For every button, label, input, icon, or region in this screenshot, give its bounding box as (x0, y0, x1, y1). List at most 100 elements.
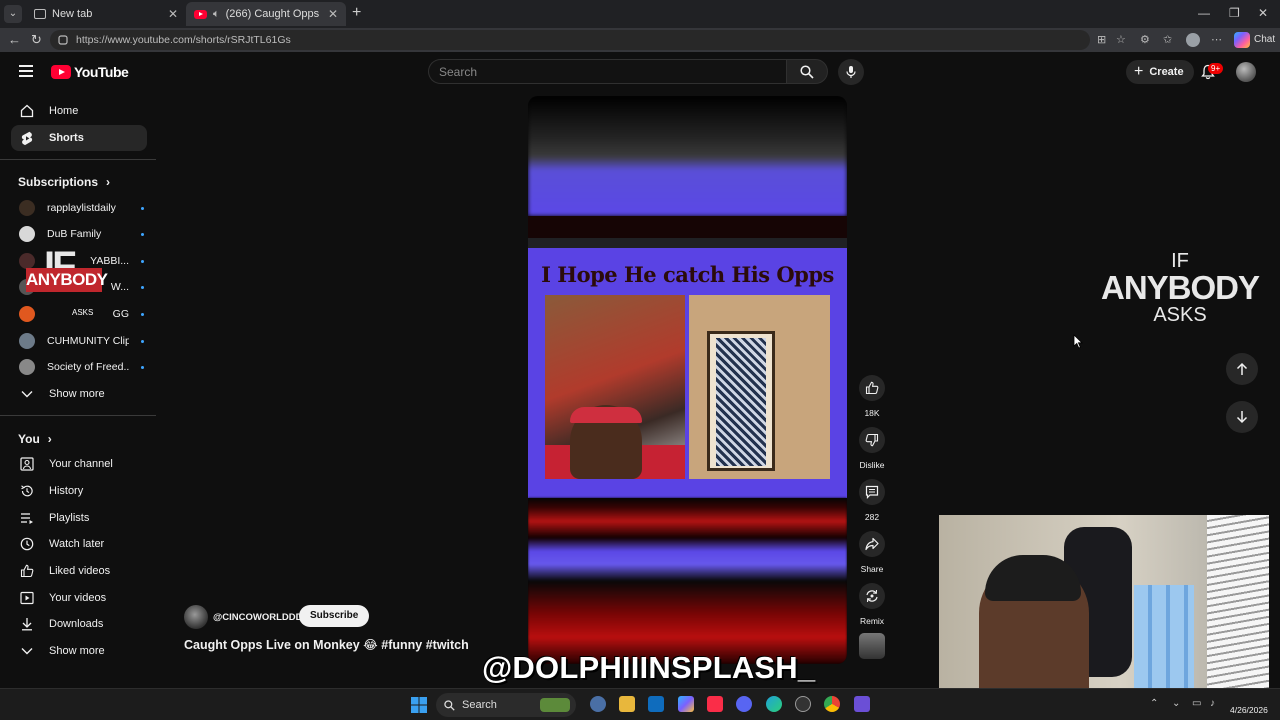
windows-start-icon[interactable] (411, 697, 427, 713)
chat-label[interactable]: Chat (1254, 34, 1275, 45)
subscribe-button[interactable]: Subscribe (299, 605, 370, 627)
site-info-icon[interactable] (58, 35, 68, 45)
sidebar-item-watch-later[interactable]: Watch later (11, 531, 147, 557)
volume-icon[interactable]: ♪ (1210, 698, 1215, 709)
new-tab-button[interactable]: + (352, 5, 361, 21)
creator-watermark: @DOLPHIIINSPLASH_ (482, 650, 816, 685)
search-input[interactable] (428, 59, 786, 84)
share-button[interactable] (859, 531, 885, 557)
omnibox[interactable]: https://www.youtube.com/shorts/rSRJtTL61… (50, 30, 1090, 50)
refresh-icon[interactable]: ↻ (31, 32, 42, 48)
sidebar-item-home[interactable]: Home (11, 98, 147, 124)
sidebar-item-downloads[interactable]: Downloads (11, 611, 147, 637)
comment-count: 282 (864, 512, 880, 522)
new-content-dot (141, 285, 144, 289)
short-title[interactable]: Caught Opps Live on Monkey 😂 #funny #twi… (184, 637, 469, 652)
speaker-icon[interactable]: 🔈︎ (213, 8, 220, 21)
sound-thumbnail[interactable] (859, 633, 885, 659)
sidebar-item-your-videos[interactable]: Your videos (11, 585, 147, 611)
chevron-right-icon: › (106, 175, 111, 189)
browser-profile-avatar[interactable] (1186, 33, 1200, 47)
blurred-video-background (528, 498, 847, 664)
sidebar-item-your-channel[interactable]: Your channel (11, 451, 147, 477)
back-icon[interactable]: ← (8, 32, 21, 47)
favorite-star-icon[interactable]: ☆ (1116, 33, 1126, 46)
channel-avatar (19, 359, 35, 375)
create-label: Create (1149, 66, 1184, 78)
sidebar-divider (0, 159, 156, 160)
chevron-down-icon (19, 643, 35, 659)
comments-button[interactable] (859, 479, 885, 505)
favorites-icon[interactable]: ✩ (1163, 33, 1172, 46)
show-more-label: Show more (49, 645, 105, 657)
browser-tab-new-tab[interactable]: New tab ✕ (26, 2, 186, 26)
system-date[interactable]: 4/26/2026 (1230, 705, 1268, 715)
share-label: Share (860, 564, 884, 574)
voice-search-button[interactable] (838, 59, 864, 85)
music-app-icon[interactable] (707, 696, 723, 712)
copilot-app-icon[interactable] (678, 696, 694, 712)
obs-icon[interactable] (795, 696, 811, 712)
channel-avatar[interactable] (184, 605, 208, 629)
video-content-frame: I Hope He catch His Opps (528, 238, 847, 498)
subscriptions-show-more[interactable]: Show more (11, 381, 147, 407)
sidebar-item-playlists[interactable]: Playlists (11, 505, 147, 531)
display-icon[interactable]: ▭ (1192, 698, 1201, 709)
channel-handle[interactable]: @CINCOWORLDDD (213, 612, 302, 623)
youtube-logo[interactable]: YouTube (51, 64, 129, 80)
subscription-name: rapplaylistdaily (47, 202, 116, 214)
app-available-icon[interactable]: ⊞ (1097, 33, 1106, 46)
create-button[interactable]: + Create (1126, 60, 1194, 84)
embedded-browser-bar (528, 238, 847, 248)
file-explorer-icon[interactable] (619, 696, 635, 712)
settings-app-icon[interactable] (590, 696, 606, 712)
left-stream-camera (545, 295, 685, 479)
dislike-button[interactable] (859, 427, 885, 453)
network-icon[interactable]: ⌄ (1172, 698, 1180, 709)
close-tab-icon[interactable]: ✕ (168, 7, 178, 21)
next-short-button[interactable] (1226, 401, 1258, 433)
subscription-item[interactable]: DuB Family (11, 222, 147, 246)
edge-browser-icon[interactable] (766, 696, 782, 712)
previous-short-button[interactable] (1226, 353, 1258, 385)
tab-title: (266) Caught Opps Live on M (225, 8, 322, 20)
subscriptions-header[interactable]: Subscriptions › (18, 175, 110, 189)
remix-button[interactable] (859, 583, 885, 609)
account-avatar[interactable] (1236, 62, 1256, 82)
sidebar-item-label: Home (49, 105, 79, 117)
sidebar-item-label: Shorts (49, 132, 84, 144)
you-header[interactable]: You › (18, 432, 52, 446)
sidebar-item-label: Your videos (49, 592, 107, 604)
chrome-icon[interactable] (824, 696, 840, 712)
restore-icon[interactable]: ❐ (1229, 6, 1240, 20)
minimize-icon[interactable]: — (1198, 6, 1210, 20)
you-show-more[interactable]: Show more (11, 638, 147, 664)
close-window-icon[interactable]: ✕ (1258, 6, 1268, 20)
playlists-icon (19, 510, 35, 526)
sidebar-item-label: History (49, 485, 84, 497)
if-anybody-asks-logo-overlay: IF ANYBODY ASKS (26, 244, 108, 338)
browser-tab-youtube[interactable]: 🔈︎ (266) Caught Opps Live on M ✕ (186, 2, 346, 26)
sidebar-item-history[interactable]: History (11, 478, 147, 504)
extensions-icon[interactable]: ⚙ (1140, 33, 1150, 46)
sidebar-item-liked-videos[interactable]: Liked videos (11, 558, 147, 584)
subscription-item[interactable]: Society of Freed... (11, 355, 147, 379)
tab-list-button[interactable]: ⌄ (4, 5, 22, 23)
outlook-icon[interactable] (648, 696, 664, 712)
app-grid-icon[interactable] (854, 696, 870, 712)
discord-icon[interactable] (736, 696, 752, 712)
tray-overflow-icon[interactable]: ⌃ (1150, 698, 1158, 709)
comment-icon (865, 485, 879, 499)
url-text[interactable]: https://www.youtube.com/shorts/rSRJtTL61… (76, 34, 291, 46)
copilot-icon[interactable] (1234, 32, 1250, 48)
guide-menu-icon[interactable] (19, 64, 33, 78)
like-button[interactable] (859, 375, 885, 401)
subscription-item[interactable]: rapplaylistdaily (11, 196, 147, 220)
more-menu-icon[interactable]: ⋯ (1211, 33, 1222, 46)
sidebar-item-shorts[interactable]: Shorts (11, 125, 147, 151)
close-tab-icon[interactable]: ✕ (328, 7, 338, 21)
taskbar-search[interactable]: Search (436, 693, 576, 717)
streamer-webcam-overlay (939, 515, 1269, 700)
search-button[interactable] (786, 59, 828, 84)
short-video-player[interactable]: I Hope He catch His Opps (528, 96, 847, 664)
